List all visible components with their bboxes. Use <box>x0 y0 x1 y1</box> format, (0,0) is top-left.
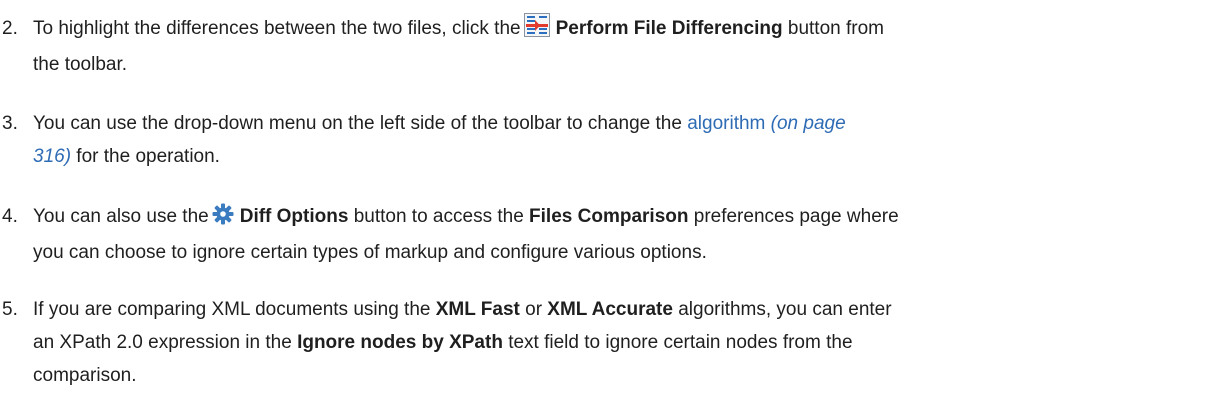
step-number: 2. <box>2 18 18 39</box>
diff-options-label: Diff Options <box>239 206 349 227</box>
page-reference[interactable]: (on page <box>771 113 846 134</box>
list-item-step-2: 2. To highlight the differences between … <box>0 12 1229 81</box>
step-number: 5. <box>2 299 18 320</box>
step-text: To highlight the differences between the… <box>33 18 521 39</box>
files-comparison-label: Files Comparison <box>529 206 689 227</box>
list-item-step-3: 3. You can use the drop-down menu on the… <box>0 107 1229 173</box>
step-number: 4. <box>2 206 18 227</box>
perform-file-differencing-icon <box>523 13 550 48</box>
list-item-step-5: 5. If you are comparing XML documents us… <box>0 293 1229 392</box>
xml-accurate-label: XML Accurate <box>547 299 673 320</box>
page-reference-number[interactable]: 316) <box>33 146 71 167</box>
xml-fast-label: XML Fast <box>435 299 520 320</box>
perform-file-differencing-label: Perform File Differencing <box>555 18 783 39</box>
list-item-step-4: 4. You can also use the Diff Options but… <box>0 200 1229 269</box>
step-number: 3. <box>2 113 18 134</box>
algorithm-link[interactable]: algorithm <box>687 113 765 134</box>
ignore-nodes-by-xpath-label: Ignore nodes by XPath <box>297 332 503 353</box>
gear-icon <box>212 203 234 236</box>
